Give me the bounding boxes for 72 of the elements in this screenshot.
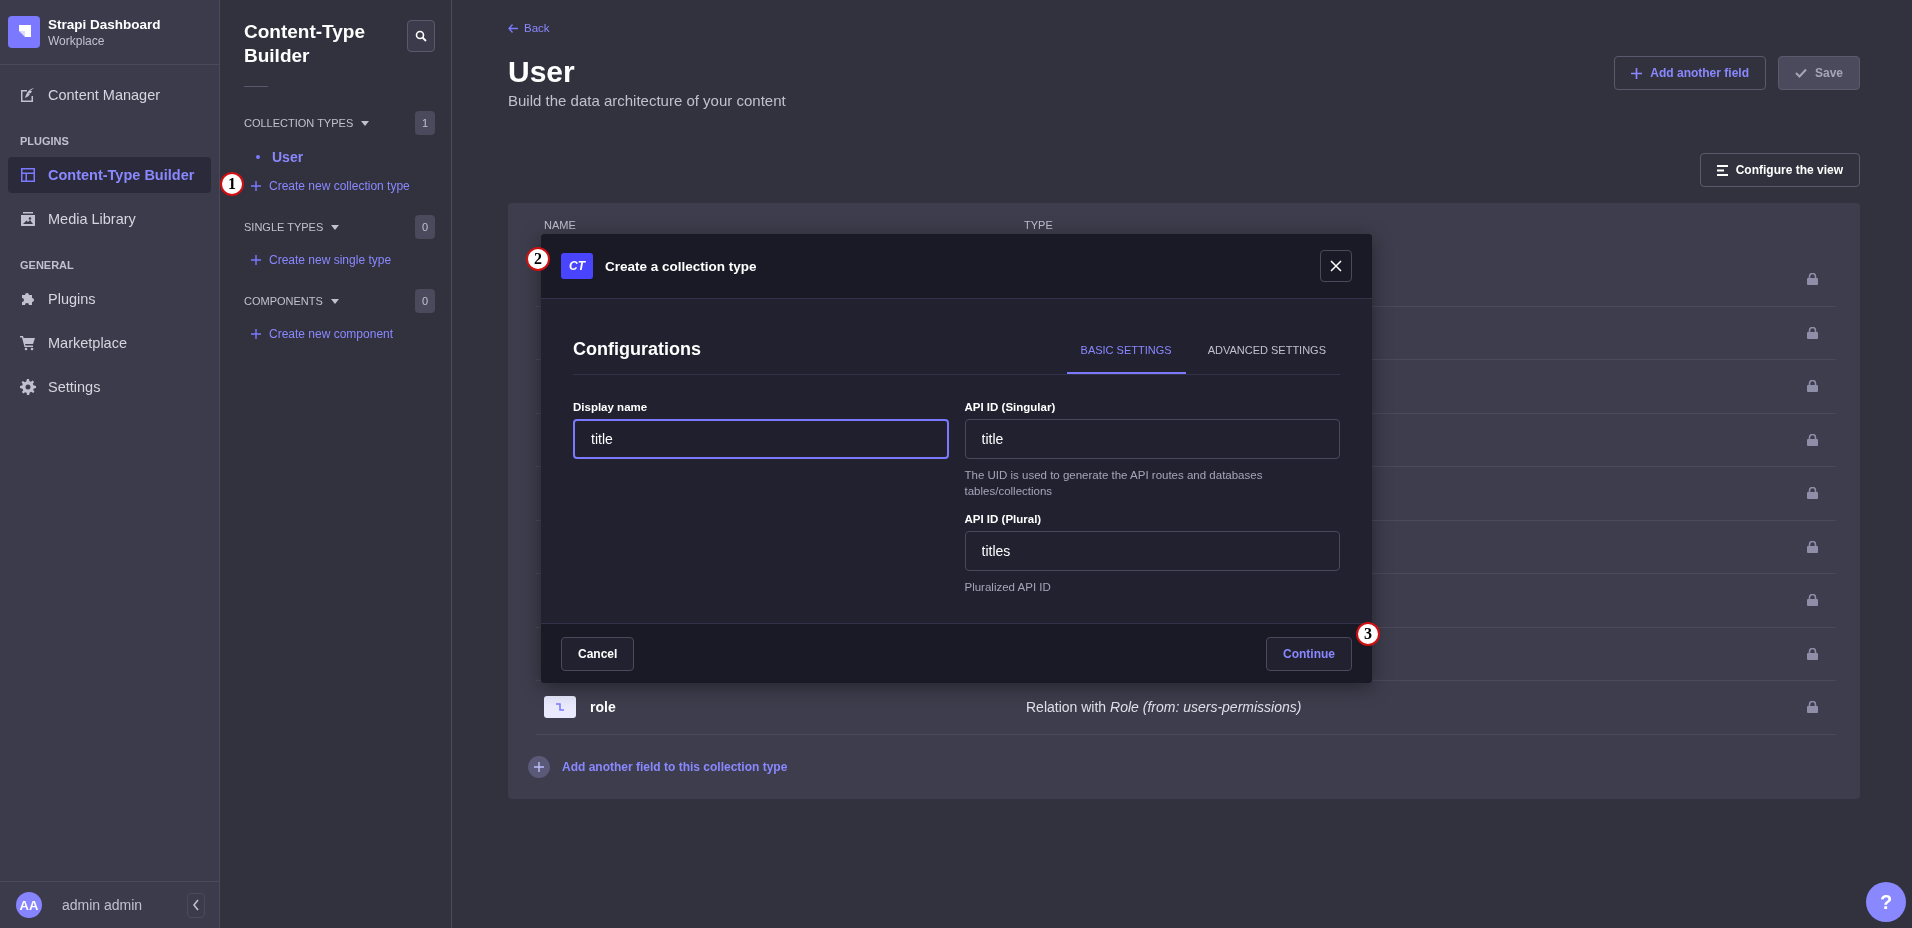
create-link[interactable]: Create new single type (244, 239, 435, 285)
puzzle-icon (20, 291, 36, 307)
pen-icon (20, 87, 36, 103)
chevron-left-icon (192, 899, 200, 911)
dialog-title: Create a collection type (605, 258, 758, 274)
cancel-button[interactable]: Cancel (561, 637, 635, 671)
column-header: TYPE (1024, 219, 1053, 231)
list-icon (1716, 164, 1728, 176)
caret-icon (361, 120, 370, 126)
settings-tab[interactable]: ADVANCED SETTINGS (1193, 344, 1340, 374)
workspace-name: Workplace (48, 33, 106, 48)
nav-item[interactable]: Settings (8, 369, 211, 405)
layout-icon (20, 167, 36, 183)
search-button[interactable] (407, 20, 435, 52)
caret-icon (331, 224, 340, 230)
continue-button[interactable]: Continue (1266, 637, 1352, 671)
field-label: API ID (Singular) (964, 401, 1057, 413)
collection-item[interactable]: User (244, 135, 435, 165)
text-input[interactable]: title (573, 419, 949, 459)
configure-view-button[interactable]: Configure the view (1699, 153, 1860, 187)
column-header: NAME (544, 219, 577, 231)
gear-icon (20, 379, 36, 395)
add-field-link[interactable]: Add another field to this collection type (528, 734, 1836, 799)
plus-icon (528, 755, 550, 778)
plus-icon (251, 329, 261, 339)
text-input[interactable]: title (964, 419, 1340, 459)
section-toggle[interactable]: COLLECTION TYPES (244, 117, 370, 129)
page-title: User (508, 54, 576, 90)
user-name: admin admin (62, 897, 144, 913)
table-cell: Relation with Role (from: users-permissions) (1026, 699, 1302, 716)
nav-item[interactable]: Content-Type Builder (8, 157, 211, 193)
collapse-button[interactable] (187, 892, 205, 918)
nav-section-title: GENERAL (19, 258, 75, 273)
back-link[interactable]: Back (508, 22, 1860, 34)
count-badge: 0 (415, 215, 435, 239)
field-hint: The UID is used to generate the API routes and databases tables/collections (964, 468, 1264, 499)
nav-item[interactable]: Content Manager (8, 77, 211, 113)
image-icon (20, 211, 36, 227)
nav-item[interactable]: Plugins (8, 281, 211, 317)
plus-icon (251, 255, 261, 265)
plus-icon (251, 181, 261, 191)
section-toggle[interactable]: SINGLE TYPES (244, 221, 340, 233)
create-link[interactable]: Create new component (244, 313, 435, 359)
nav-item[interactable]: Media Library (8, 201, 211, 237)
count-badge: 0 (415, 289, 435, 313)
relation-icon (544, 696, 576, 719)
caret-icon (330, 298, 339, 304)
field-label: API ID (Plural) (964, 513, 1043, 525)
field-label: Display name (573, 401, 649, 413)
plus-icon (1631, 67, 1643, 79)
nav-item[interactable]: Marketplace (8, 325, 211, 361)
app-name: Strapi Dashboard (48, 16, 161, 32)
count-badge: 1 (415, 111, 435, 135)
header-button[interactable]: Add another field (1614, 56, 1766, 90)
field-hint: Pluralized API ID (964, 580, 1052, 595)
nav-section-title: PLUGINS (19, 134, 70, 149)
section-toggle[interactable]: COMPONENTS (244, 295, 339, 307)
section-heading: Configurations (573, 339, 701, 361)
close-icon (1330, 260, 1342, 272)
create-link[interactable]: Create new collection type (244, 165, 435, 211)
settings-tab[interactable]: BASIC SETTINGS (1066, 344, 1186, 374)
arrow-left-icon (508, 23, 518, 33)
type-badge: CT (561, 253, 593, 279)
check-icon (1794, 68, 1807, 78)
close-button[interactable] (1320, 250, 1352, 282)
sidebar-title: Content-Type Builder (244, 20, 367, 68)
table-cell-text: role (590, 699, 617, 716)
cart-icon (20, 335, 36, 351)
text-input[interactable]: titles (964, 531, 1340, 571)
page-subtitle: Build the data architecture of your content (508, 92, 786, 109)
search-icon (415, 30, 428, 42)
logo-icon (8, 16, 40, 48)
